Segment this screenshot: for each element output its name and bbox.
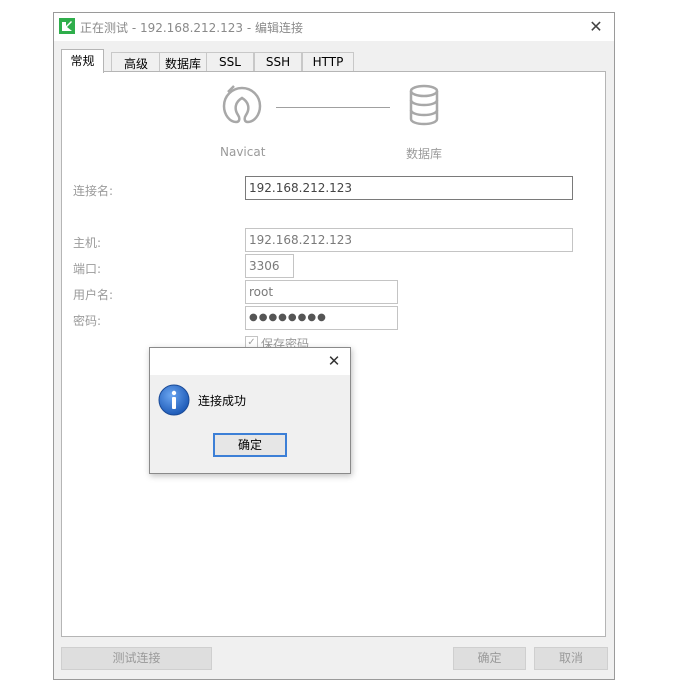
port-field[interactable]: 3306 [245, 254, 294, 278]
flow-connector-line [276, 107, 390, 108]
password-field[interactable]: ●●●●●●●● [245, 306, 398, 330]
ok-button[interactable]: 确定 [453, 647, 526, 670]
tab-http[interactable]: HTTP [302, 52, 354, 72]
flow-right-label: 数据库 [406, 147, 443, 161]
dialog-body: 连接成功 确定 [150, 375, 350, 473]
message-dialog: ✕ 连接成功 确定 [149, 347, 351, 474]
edit-connection-window: 正在测试 - 192.168.212.123 - 编辑连接 ✕ 常规 高级 数据… [53, 12, 615, 680]
tab-databases[interactable]: 数据库 [159, 52, 207, 72]
host-label: 主机: [73, 236, 102, 250]
dialog-title-bar: ✕ [150, 348, 350, 375]
username-label: 用户名: [73, 288, 114, 302]
username-field[interactable]: root [245, 280, 398, 304]
port-label: 端口: [73, 262, 102, 276]
connection-name-field[interactable]: 192.168.212.123 [245, 176, 573, 200]
password-label: 密码: [73, 314, 102, 328]
tab-ssh[interactable]: SSH [254, 52, 302, 72]
test-connection-button[interactable]: 测试连接 [61, 647, 212, 670]
title-bar: 正在测试 - 192.168.212.123 - 编辑连接 ✕ [54, 13, 614, 41]
navicat-app-icon [59, 18, 75, 34]
tab-general[interactable]: 常规 [61, 49, 104, 73]
window-title: 正在测试 - 192.168.212.123 - 编辑连接 [80, 21, 303, 35]
navicat-logo-icon [222, 85, 262, 124]
dialog-ok-button[interactable]: 确定 [213, 433, 287, 457]
database-icon [409, 84, 439, 126]
dialog-message: 连接成功 [198, 394, 247, 408]
dialog-close-button[interactable]: ✕ [324, 351, 344, 371]
tab-ssl[interactable]: SSL [206, 52, 254, 72]
host-field[interactable]: 192.168.212.123 [245, 228, 573, 252]
cancel-button[interactable]: 取消 [534, 647, 608, 670]
tab-advanced[interactable]: 高级 [111, 52, 161, 72]
flow-left-label: Navicat [220, 145, 266, 159]
window-close-button[interactable]: ✕ [584, 16, 608, 38]
connection-name-label: 连接名: [73, 184, 114, 198]
info-icon [158, 384, 190, 416]
